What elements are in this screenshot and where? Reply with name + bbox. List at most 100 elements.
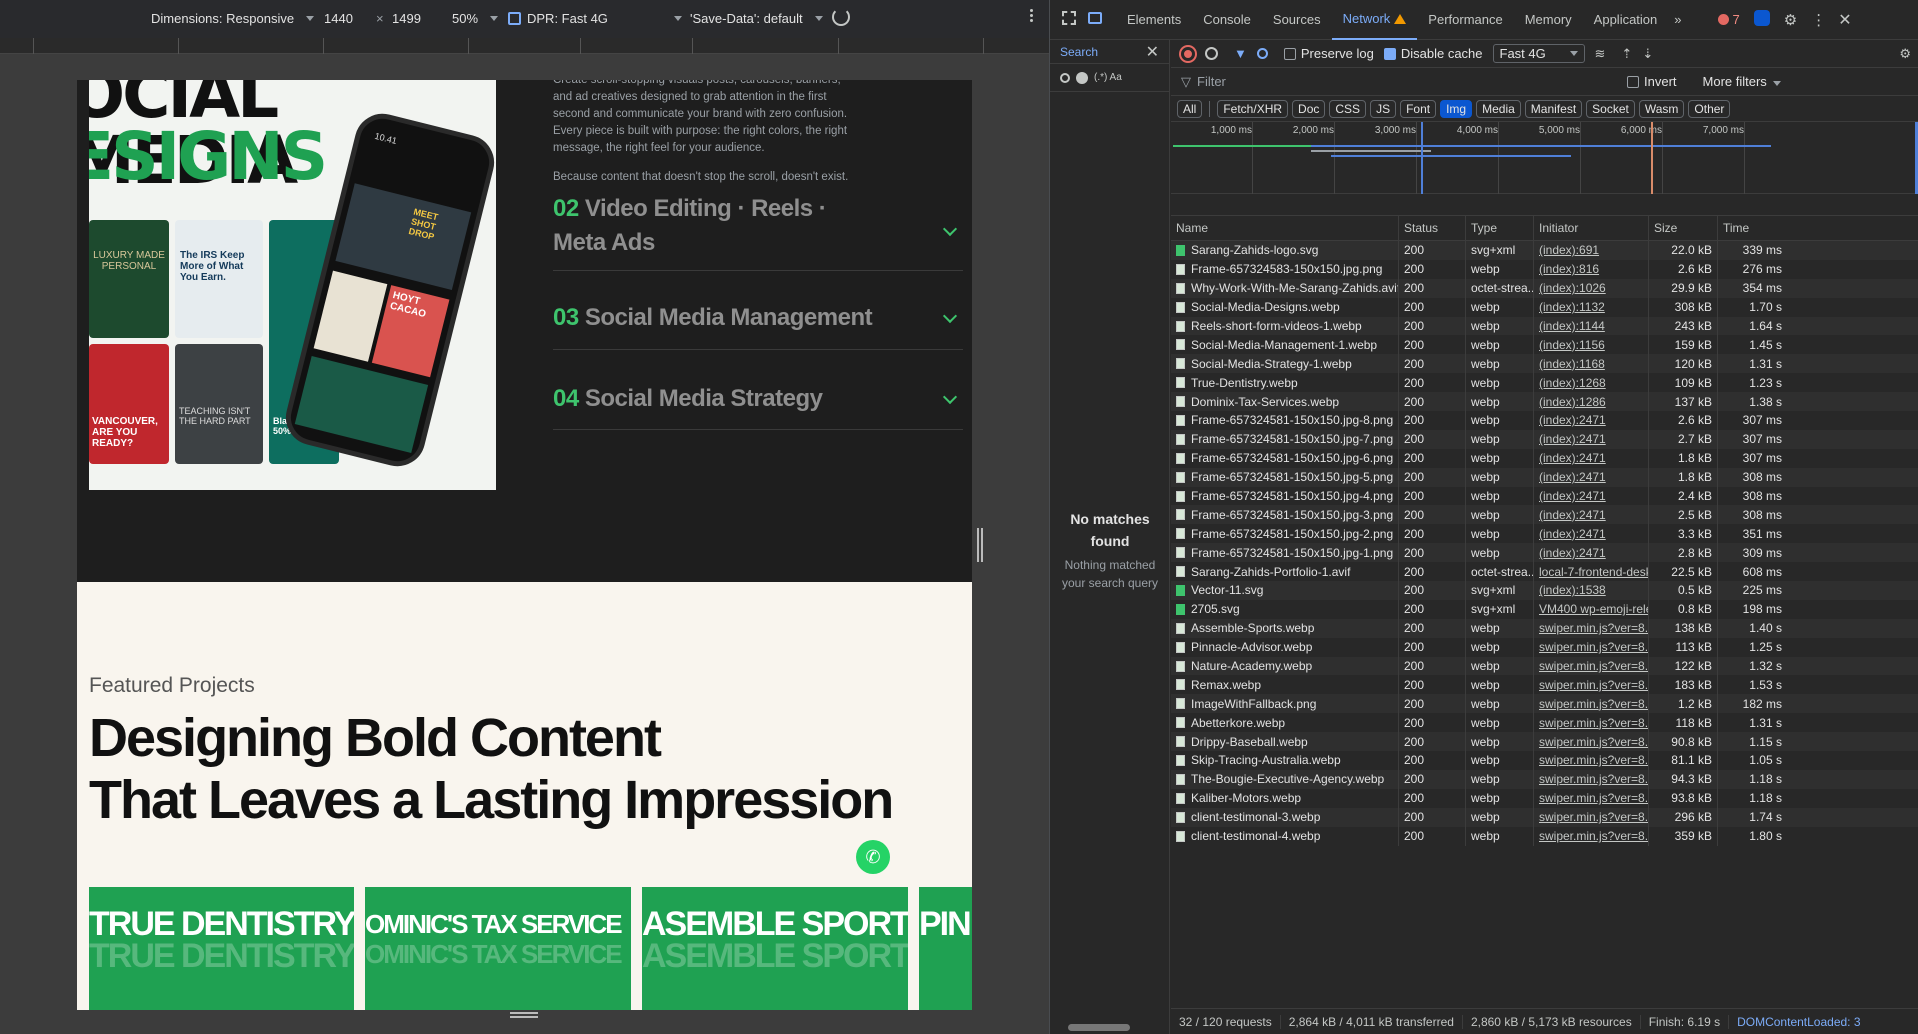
cell-initiator[interactable]: (index):2471 bbox=[1534, 411, 1649, 430]
error-counter[interactable]: 7 bbox=[1717, 12, 1740, 27]
width-field[interactable]: 1440 bbox=[324, 11, 353, 26]
cell-initiator[interactable]: swiper.min.js?ver=8.4.5 bbox=[1534, 713, 1649, 733]
network-overview-timeline[interactable]: 1,000 ms 2,000 ms 3,000 ms 4,000 ms 5,00… bbox=[1171, 122, 1918, 194]
tab-elements[interactable]: Elements bbox=[1116, 0, 1192, 40]
project-card-assemble-sports[interactable]: ASEMBLE SPORTS ASEMBLE SPORTS bbox=[642, 887, 908, 1010]
cell-initiator[interactable]: (index):2471 bbox=[1534, 467, 1649, 487]
inspect-element-button[interactable] bbox=[1050, 11, 1082, 28]
table-row[interactable]: Abetterkore.webp 200 webp swiper.min.js?ver… bbox=[1171, 713, 1918, 733]
project-card-true-dentistry[interactable]: TRUE DENTISTRY TRUE DENTISTRY bbox=[89, 887, 354, 1010]
accordion-item-social-media-strategy[interactable]: 04 Social Media Strategy bbox=[553, 366, 963, 430]
more-filters-dropdown[interactable]: More filters bbox=[1703, 74, 1781, 89]
type-filter-fetch[interactable]: Fetch/XHR bbox=[1217, 99, 1289, 118]
column-header-size[interactable]: Size bbox=[1649, 216, 1718, 240]
disable-cache-checkbox[interactable]: Disable cache bbox=[1383, 46, 1483, 61]
tab-application[interactable]: Application bbox=[1583, 0, 1669, 40]
tab-performance[interactable]: Performance bbox=[1417, 0, 1513, 40]
table-row[interactable]: Assemble-Sports.webp 200 webp swiper.min.js… bbox=[1171, 618, 1918, 638]
cell-initiator[interactable]: swiper.min.js?ver=8.4.5 bbox=[1534, 675, 1649, 695]
cell-initiator[interactable]: (index):2471 bbox=[1534, 429, 1649, 449]
table-row[interactable]: Remax.webp 200 webp swiper.min.js?ver=8.4.5… bbox=[1171, 675, 1918, 695]
cell-initiator[interactable]: (index):1144 bbox=[1534, 316, 1649, 336]
filter-icon[interactable]: ▼ bbox=[1234, 46, 1247, 61]
table-row[interactable]: Social-Media-Designs.webp 200 webp (index):… bbox=[1171, 297, 1918, 317]
cell-initiator[interactable]: (index):1026 bbox=[1534, 278, 1649, 298]
project-card-pinnacle[interactable]: PIN bbox=[919, 887, 972, 1010]
table-row[interactable]: Frame-657324581-150x150.jpg-8.png 200 webp… bbox=[1171, 411, 1918, 430]
table-row[interactable]: True-Dentistry.webp 200 webp (index):1268 10… bbox=[1171, 373, 1918, 393]
zoom-select[interactable]: 50% bbox=[452, 11, 499, 26]
whatsapp-button[interactable]: ✆ bbox=[856, 840, 890, 874]
cell-initiator[interactable]: (index):2471 bbox=[1534, 486, 1649, 506]
cell-initiator[interactable]: swiper.min.js?ver=8.4.5 bbox=[1534, 826, 1649, 846]
cell-initiator[interactable]: swiper.min.js?ver=8.4.5 bbox=[1534, 732, 1649, 752]
ai-assistant-button[interactable] bbox=[1753, 10, 1770, 29]
cell-initiator[interactable]: local-7-frontend-deskt bbox=[1534, 562, 1649, 582]
table-row[interactable]: Sarang-Zahids-Portfolio-1.avif 200 octet-s… bbox=[1171, 562, 1918, 582]
table-row[interactable]: Skip-Tracing-Australia.webp 200 webp swiper… bbox=[1171, 751, 1918, 770]
settings-gear-icon[interactable]: ⚙ bbox=[1784, 11, 1797, 29]
search-drawer-title[interactable]: Search bbox=[1060, 45, 1098, 59]
type-filter-js[interactable]: JS bbox=[1370, 99, 1397, 118]
tab-sources[interactable]: Sources bbox=[1262, 0, 1332, 40]
table-row[interactable]: Dominix-Tax-Services.webp 200 webp (index):… bbox=[1171, 392, 1918, 412]
type-filter-other[interactable]: Other bbox=[1688, 99, 1731, 118]
cell-initiator[interactable]: (index):691 bbox=[1534, 241, 1649, 260]
cell-initiator[interactable]: (index):2471 bbox=[1534, 524, 1649, 544]
device-more-button[interactable] bbox=[1030, 9, 1033, 12]
table-row[interactable]: Reels-short-form-videos-1.webp 200 webp (in… bbox=[1171, 316, 1918, 336]
table-row[interactable]: Frame-657324581-150x150.jpg-1.png 200 webp… bbox=[1171, 543, 1918, 563]
table-row[interactable]: Vector-11.svg 200 svg+xml (index):1538 0.5 k… bbox=[1171, 581, 1918, 600]
regex-toggle-icon[interactable]: (.*) Aa bbox=[1094, 72, 1122, 83]
table-row[interactable]: Why-Work-With-Me-Sarang-Zahids.avif 200 oc… bbox=[1171, 278, 1918, 298]
accordion-item-video-editing[interactable]: 02 Video Editing · Reels · Meta Ads bbox=[553, 188, 963, 271]
cell-initiator[interactable]: (index):1132 bbox=[1534, 297, 1649, 317]
rotate-button[interactable] bbox=[832, 8, 850, 26]
dimensions-select[interactable]: Dimensions: Responsive bbox=[151, 11, 315, 26]
cell-initiator[interactable]: (index):1156 bbox=[1534, 335, 1649, 355]
column-header-name[interactable]: Name bbox=[1171, 216, 1399, 240]
table-row[interactable]: Frame-657324581-150x150.jpg-4.png 200 webp… bbox=[1171, 486, 1918, 506]
save-data-select[interactable]: 'Save-Data': default bbox=[690, 11, 823, 26]
invert-checkbox[interactable]: Invert bbox=[1627, 74, 1677, 89]
table-row[interactable]: Pinnacle-Advisor.webp 200 webp swiper.min.j… bbox=[1171, 637, 1918, 657]
devtools-more-icon[interactable]: ⋮ bbox=[1811, 11, 1826, 29]
column-header-status[interactable]: Status bbox=[1399, 216, 1466, 240]
tab-network[interactable]: Network bbox=[1331, 0, 1418, 40]
type-filter-manifest[interactable]: Manifest bbox=[1524, 99, 1583, 118]
table-row[interactable]: Drippy-Baseball.webp 200 webp swiper.min.js… bbox=[1171, 732, 1918, 752]
table-row[interactable]: Frame-657324583-150x150.jpg.png 200 webp (i… bbox=[1171, 259, 1918, 279]
throttle-select[interactable]: Fast 4G bbox=[1492, 44, 1585, 63]
column-header-initiator[interactable]: Initiator bbox=[1534, 216, 1649, 240]
cell-initiator[interactable]: VM400 wp-emoji-relea bbox=[1534, 599, 1649, 619]
clear-icon[interactable] bbox=[1205, 47, 1218, 60]
cell-initiator[interactable]: (index):816 bbox=[1534, 259, 1649, 279]
record-icon[interactable] bbox=[1181, 46, 1195, 61]
cell-initiator[interactable]: (index):1538 bbox=[1534, 581, 1649, 600]
cell-initiator[interactable]: swiper.min.js?ver=8.4.5 bbox=[1534, 618, 1649, 638]
cell-initiator[interactable]: (index):2471 bbox=[1534, 448, 1649, 468]
type-filter-font[interactable]: Font bbox=[1400, 99, 1437, 118]
table-row[interactable]: Kaliber-Motors.webp 200 webp swiper.min.js?… bbox=[1171, 788, 1918, 808]
type-filter-socket[interactable]: Socket bbox=[1586, 99, 1635, 118]
export-har-icon[interactable]: ⇣ bbox=[1642, 46, 1653, 62]
media-query-ruler[interactable] bbox=[0, 38, 1049, 54]
table-row[interactable]: 2705.svg 200 svg+xml VM400 wp-emoji-relea 0.… bbox=[1171, 599, 1918, 619]
table-row[interactable]: Social-Media-Strategy-1.webp 200 webp (inde… bbox=[1171, 354, 1918, 374]
cell-initiator[interactable]: swiper.min.js?ver=8.4.5 bbox=[1534, 637, 1649, 657]
cell-initiator[interactable]: swiper.min.js?ver=8.4.5 bbox=[1534, 656, 1649, 676]
table-row[interactable]: Sarang-Zahids-logo.svg 200 svg+xml (index):… bbox=[1171, 241, 1918, 260]
column-header-time[interactable]: Time bbox=[1718, 216, 1790, 240]
type-filter-wasm[interactable]: Wasm bbox=[1638, 99, 1685, 118]
filter-input[interactable]: Filter bbox=[1197, 74, 1627, 89]
table-row[interactable]: client-testimonal-4.webp 200 webp swiper.mi… bbox=[1171, 826, 1918, 846]
type-filter-media[interactable]: Media bbox=[1476, 99, 1521, 118]
project-card-dominix[interactable]: OMINIC'S TAX SERVICE OMINIC'S TAX SERVIC… bbox=[365, 887, 631, 1010]
table-row[interactable]: Frame-657324581-150x150.jpg-5.png 200 webp… bbox=[1171, 467, 1918, 487]
type-filter-css[interactable]: CSS bbox=[1329, 99, 1367, 118]
table-row[interactable]: Frame-657324581-150x150.jpg-7.png 200 webp… bbox=[1171, 429, 1918, 449]
type-filter-doc[interactable]: Doc bbox=[1292, 99, 1326, 118]
table-row[interactable]: Frame-657324581-150x150.jpg-2.png 200 webp… bbox=[1171, 524, 1918, 544]
device-toggle-button[interactable] bbox=[1082, 12, 1116, 27]
type-filter-img[interactable]: Img bbox=[1440, 99, 1473, 118]
